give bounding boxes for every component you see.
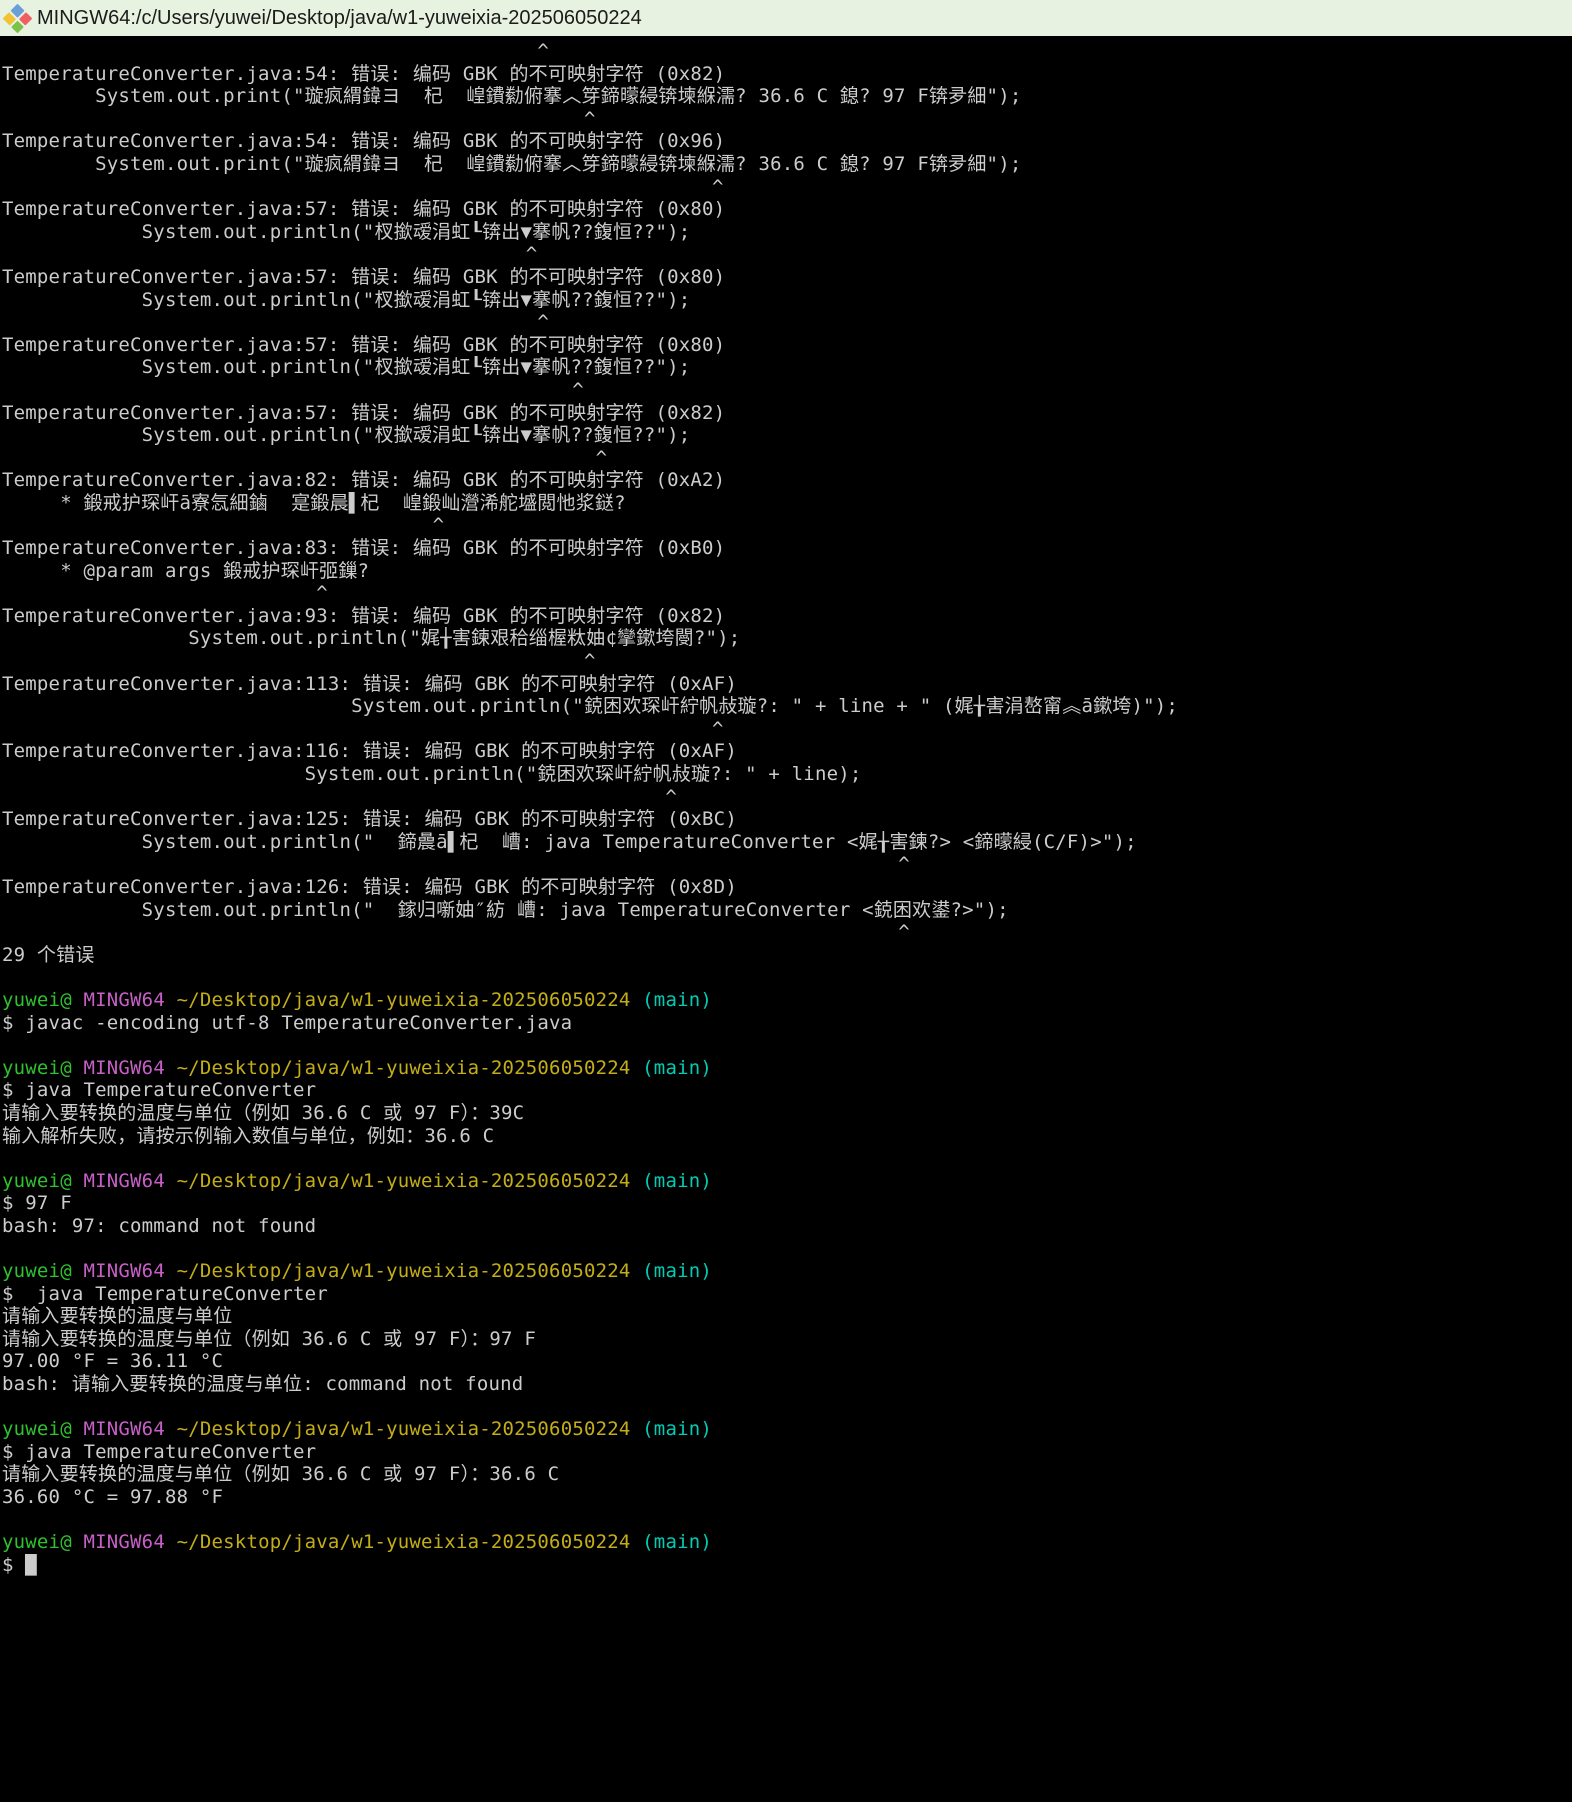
- terminal-line: $ █: [2, 1554, 1572, 1577]
- terminal-line: 请输入要转换的温度与单位（例如 36.6 C 或 97 F）：97 F: [2, 1328, 1572, 1351]
- terminal-line: yuwei@ MINGW64 ~/Desktop/java/w1-yuweixi…: [2, 1418, 1572, 1441]
- terminal-line: $ java TemperatureConverter: [2, 1283, 1572, 1306]
- terminal-line: System.out.println("鋴困欢琛屽紵帆敊璇?: " + line…: [2, 695, 1572, 718]
- terminal-line: TemperatureConverter.java:93: 错误: 编码 GBK…: [2, 605, 1572, 628]
- terminal-line: 36.60 °C = 97.88 °F: [2, 1486, 1572, 1509]
- title-bar: MINGW64:/c/Users/yuwei/Desktop/java/w1-y…: [0, 0, 1572, 36]
- terminal-line: yuwei@ MINGW64 ~/Desktop/java/w1-yuweixi…: [2, 1170, 1572, 1193]
- terminal-line: System.out.println("鋴困欢琛屽紵帆敊璇?: " + line…: [2, 763, 1572, 786]
- terminal-line: 请输入要转换的温度与单位: [2, 1305, 1572, 1328]
- msys2-icon: [3, 3, 33, 33]
- terminal-line: ^: [2, 176, 1572, 199]
- terminal-line: TemperatureConverter.java:83: 错误: 编码 GBK…: [2, 537, 1572, 560]
- terminal-line: ^: [2, 311, 1572, 334]
- terminal-line: ^: [2, 514, 1572, 537]
- terminal-line: bash: 97: command not found: [2, 1215, 1572, 1238]
- window-title: MINGW64:/c/Users/yuwei/Desktop/java/w1-y…: [37, 7, 642, 30]
- terminal-line: TemperatureConverter.java:125: 错误: 编码 GB…: [2, 808, 1572, 831]
- terminal-line: ^: [2, 108, 1572, 131]
- terminal-line: $ javac -encoding utf-8 TemperatureConve…: [2, 1012, 1572, 1035]
- terminal-line: System.out.println(" 鍗曟ā▌杞 嶆: java Tempe…: [2, 831, 1572, 854]
- terminal-line: TemperatureConverter.java:57: 错误: 编码 GBK…: [2, 402, 1572, 425]
- terminal-line: ^: [2, 921, 1572, 944]
- terminal-line: ^: [2, 718, 1572, 741]
- terminal-line: $ 97 F: [2, 1192, 1572, 1215]
- terminal-line: System.out.print("璇疯緭鍏ヨ 杞 崲鐨勬俯搴︿笌鍗曚綅锛堜緥濡…: [2, 153, 1572, 176]
- terminal-line: TemperatureConverter.java:54: 错误: 编码 GBK…: [2, 130, 1572, 153]
- terminal-line: [2, 1034, 1572, 1057]
- terminal-line: yuwei@ MINGW64 ~/Desktop/java/w1-yuweixi…: [2, 989, 1572, 1012]
- terminal-line: * 鍛戒护琛屽ā寮忥細鏀 寔鍛晨▌杞 崲鍛屾瀯浠舵墭閲忚浆鎹?: [2, 492, 1572, 515]
- terminal-line: [2, 1509, 1572, 1532]
- terminal-line: [2, 1147, 1572, 1170]
- terminal-line: TemperatureConverter.java:57: 错误: 编码 GBK…: [2, 266, 1572, 289]
- terminal-line: 97.00 °F = 36.11 °C: [2, 1350, 1572, 1373]
- terminal-line: ^: [2, 650, 1572, 673]
- terminal-line: TemperatureConverter.java:54: 错误: 编码 GBK…: [2, 63, 1572, 86]
- terminal-line: yuwei@ MINGW64 ~/Desktop/java/w1-yuweixi…: [2, 1260, 1572, 1283]
- terminal-line: ^: [2, 853, 1572, 876]
- terminal-line: * @param args 鍛戒护琛屽弬鏁?: [2, 560, 1572, 583]
- terminal-line: System.out.println("杈撳叆涓虹┖锛出▼搴帆??鍑恒??");: [2, 221, 1572, 244]
- terminal-line: ^: [2, 40, 1572, 63]
- terminal-line: ^: [2, 447, 1572, 470]
- terminal-line: TemperatureConverter.java:57: 错误: 编码 GBK…: [2, 198, 1572, 221]
- terminal-line: [2, 1396, 1572, 1419]
- terminal-line: [2, 1237, 1572, 1260]
- terminal-line: 输入解析失败，请按示例输入数值与单位，例如：36.6 C: [2, 1125, 1572, 1148]
- terminal-line: TemperatureConverter.java:116: 错误: 编码 GB…: [2, 740, 1572, 763]
- terminal-line: yuwei@ MINGW64 ~/Desktop/java/w1-yuweixi…: [2, 1531, 1572, 1554]
- terminal-line: 请输入要转换的温度与单位（例如 36.6 C 或 97 F）：39C: [2, 1102, 1572, 1125]
- terminal-line: System.out.println("杈撳叆涓虹┖锛出▼搴帆??鍑恒??");: [2, 356, 1572, 379]
- terminal-line: $ java TemperatureConverter: [2, 1079, 1572, 1102]
- terminal-line: ^: [2, 786, 1572, 809]
- terminal-line: bash: 请输入要转换的温度与单位: command not found: [2, 1373, 1572, 1396]
- terminal-line: $ java TemperatureConverter: [2, 1441, 1572, 1464]
- terminal-line: System.out.print("璇疯緭鍏ヨ 杞 崲鐨勬俯搴︿笌鍗曚綅锛堜緥濡…: [2, 85, 1572, 108]
- terminal-line: System.out.println("杈撳叆涓虹┖锛出▼搴帆??鍑恒??");: [2, 424, 1572, 447]
- terminal-line: TemperatureConverter.java:113: 错误: 编码 GB…: [2, 673, 1572, 696]
- terminal-line: TemperatureConverter.java:57: 错误: 编码 GBK…: [2, 334, 1572, 357]
- terminal-line: 请输入要转换的温度与单位（例如 36.6 C 或 97 F）：36.6 C: [2, 1463, 1572, 1486]
- terminal-output[interactable]: ^TemperatureConverter.java:54: 错误: 编码 GB…: [0, 36, 1572, 1576]
- terminal-line: System.out.println(" 鎵归噺妯″紡 嶆: java Temp…: [2, 899, 1572, 922]
- terminal-line: ^: [2, 582, 1572, 605]
- terminal-line: yuwei@ MINGW64 ~/Desktop/java/w1-yuweixi…: [2, 1057, 1572, 1080]
- terminal-line: ^: [2, 379, 1572, 402]
- terminal-line: TemperatureConverter.java:82: 错误: 编码 GBK…: [2, 469, 1572, 492]
- terminal-line: TemperatureConverter.java:126: 错误: 编码 GB…: [2, 876, 1572, 899]
- cursor: █: [25, 1554, 37, 1576]
- terminal-line: System.out.println("娓╁害鍊艰秴缁楃粏妯¢攣鏉垮閿?");: [2, 627, 1572, 650]
- terminal-line: [2, 966, 1572, 989]
- terminal-line: 29 个错误: [2, 944, 1572, 967]
- terminal-line: ^: [2, 243, 1572, 266]
- terminal-line: System.out.println("杈撳叆涓虹┖锛出▼搴帆??鍑恒??");: [2, 289, 1572, 312]
